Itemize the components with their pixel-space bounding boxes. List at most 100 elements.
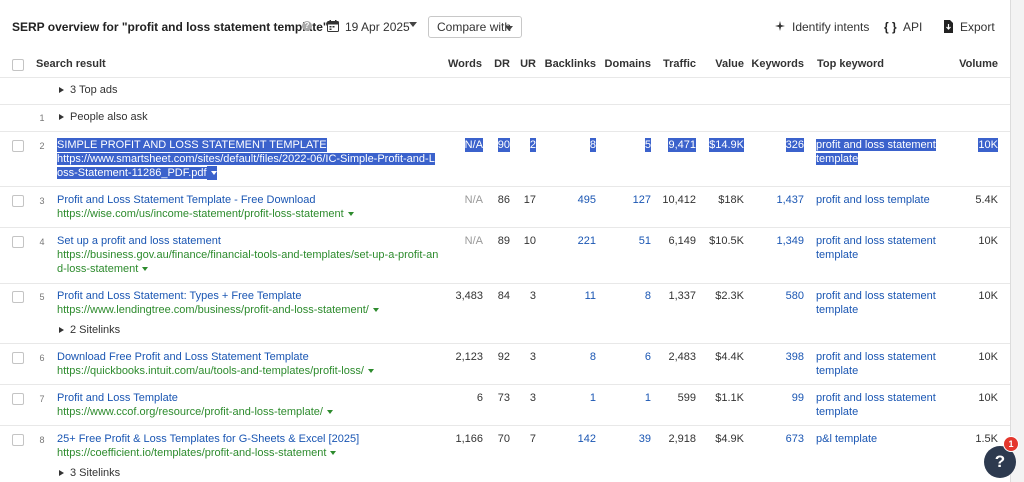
cell-keywords[interactable]: 1,437 xyxy=(776,193,804,207)
cell-domains[interactable]: 51 xyxy=(639,234,651,248)
export-button[interactable]: Export xyxy=(960,20,995,34)
cell-backlinks[interactable]: 8 xyxy=(590,350,596,364)
top-keyword-link[interactable]: profit and loss statement template xyxy=(816,391,946,419)
row-checkbox[interactable] xyxy=(12,236,24,248)
cell-domains[interactable]: 8 xyxy=(645,289,651,303)
row-number: 7 xyxy=(39,394,45,404)
col-search-result[interactable]: Search result xyxy=(36,58,106,70)
row-checkbox[interactable] xyxy=(12,352,24,364)
cell-domains[interactable]: 127 xyxy=(633,193,651,207)
top-keyword-link[interactable]: profit and loss statement template xyxy=(816,234,946,262)
result-url[interactable]: https://www.ccof.org/resource/profit-and… xyxy=(57,405,439,419)
result-title-link[interactable]: 25+ Free Profit & Loss Templates for G-S… xyxy=(57,432,359,446)
cell-ur: 17 xyxy=(523,194,536,206)
help-icon[interactable]: ? xyxy=(302,21,312,31)
serp-overview-panel: SERP overview for "profit and loss state… xyxy=(0,0,1011,482)
sitelinks-toggle[interactable]: 2 Sitelinks xyxy=(70,324,120,336)
result-title-link[interactable]: Profit and Loss Statement Template - Fre… xyxy=(57,193,315,207)
result-url-link[interactable]: https://quickbooks.intuit.com/au/tools-a… xyxy=(57,365,364,377)
date-selector[interactable]: 19 Apr 2025 xyxy=(345,20,410,34)
people-also-ask-toggle[interactable]: People also ask xyxy=(70,111,148,123)
cell-domains[interactable]: 6 xyxy=(645,350,651,364)
result-url[interactable]: https://business.gov.au/finance/financia… xyxy=(57,248,439,276)
chevron-down-icon[interactable] xyxy=(347,212,354,217)
chevron-down-icon[interactable] xyxy=(326,410,333,415)
cell-backlinks[interactable]: 11 xyxy=(585,289,596,303)
expand-triangle-icon[interactable] xyxy=(59,327,64,333)
cell-keywords[interactable]: 673 xyxy=(786,432,804,446)
result-url-link[interactable]: https://business.gov.au/finance/financia… xyxy=(57,249,438,275)
cell-domains[interactable]: 1 xyxy=(645,391,651,405)
result-url[interactable]: https://quickbooks.intuit.com/au/tools-a… xyxy=(57,364,439,378)
result-url-link[interactable]: https://www.smartsheet.com/sites/default… xyxy=(57,153,435,179)
cell-backlinks[interactable]: 495 xyxy=(578,193,596,207)
col-domains[interactable]: Domains xyxy=(600,58,651,70)
top-keyword-link[interactable]: profit and loss statement template xyxy=(816,139,936,165)
cell-domains[interactable]: 5 xyxy=(644,138,651,152)
row-checkbox[interactable] xyxy=(12,140,24,152)
result-url-link[interactable]: https://www.lendingtree.com/business/pro… xyxy=(57,304,369,316)
result-url-link[interactable]: https://wise.com/us/income-statement/pro… xyxy=(57,208,344,220)
result-title-link[interactable]: Download Free Profit and Loss Statement … xyxy=(57,350,309,364)
cell-keywords[interactable]: 1,349 xyxy=(776,234,804,248)
url-menu[interactable] xyxy=(206,166,217,180)
cell-keywords[interactable]: 326 xyxy=(785,138,804,152)
col-top-keyword[interactable]: Top keyword xyxy=(817,58,884,70)
col-traffic[interactable]: Traffic xyxy=(655,58,696,70)
col-ur[interactable]: UR xyxy=(516,58,536,70)
row-checkbox[interactable] xyxy=(12,434,24,446)
expand-triangle-icon[interactable] xyxy=(59,87,64,93)
chevron-down-icon[interactable] xyxy=(330,451,337,456)
api-button[interactable]: API xyxy=(903,20,922,34)
top-keyword-link[interactable]: profit and loss statement template xyxy=(816,289,946,317)
top-keyword-link[interactable]: profit and loss template xyxy=(816,193,966,207)
sparkle-icon[interactable] xyxy=(774,20,786,32)
cell-backlinks[interactable]: 142 xyxy=(578,432,596,446)
top-keyword-link[interactable]: profit and loss statement template xyxy=(816,350,946,378)
top-keyword-link[interactable]: p&l template xyxy=(816,432,946,446)
col-backlinks[interactable]: Backlinks xyxy=(543,58,596,70)
result-url[interactable]: https://www.lendingtree.com/business/pro… xyxy=(57,303,439,317)
col-words[interactable]: Words xyxy=(440,58,482,70)
top-ads-toggle[interactable]: 3 Top ads xyxy=(70,84,118,96)
result-title-link[interactable]: Profit and Loss Statement: Types + Free … xyxy=(57,289,301,303)
result-url[interactable]: https://wise.com/us/income-statement/pro… xyxy=(57,207,439,221)
cell-keywords[interactable]: 398 xyxy=(786,350,804,364)
cell-backlinks[interactable]: 8 xyxy=(589,138,596,152)
col-volume[interactable]: Volume xyxy=(959,58,998,70)
result-title-link[interactable]: Set up a profit and loss statement xyxy=(57,234,221,248)
result-url-link[interactable]: https://www.ccof.org/resource/profit-and… xyxy=(57,406,323,418)
col-keywords[interactable]: Keywords xyxy=(748,58,804,70)
col-value[interactable]: Value xyxy=(700,58,744,70)
cell-backlinks[interactable]: 221 xyxy=(578,234,596,248)
chevron-down-icon[interactable] xyxy=(372,308,379,313)
result-title-link[interactable]: Profit and Loss Template xyxy=(57,391,178,405)
row-checkbox[interactable] xyxy=(12,393,24,405)
result-url-link[interactable]: https://coefficient.io/templates/profit-… xyxy=(57,447,326,459)
identify-intents-button[interactable]: Identify intents xyxy=(792,20,869,34)
row-checkbox[interactable] xyxy=(12,291,24,303)
result-title-link[interactable]: SIMPLE PROFIT AND LOSS STATEMENT TEMPLAT… xyxy=(57,138,327,152)
chevron-down-icon[interactable] xyxy=(409,22,417,27)
col-dr[interactable]: DR xyxy=(490,58,510,70)
export-icon[interactable] xyxy=(943,20,954,33)
cell-domains[interactable]: 39 xyxy=(639,432,651,446)
expand-triangle-icon[interactable] xyxy=(59,470,64,476)
chevron-down-icon[interactable] xyxy=(142,267,149,272)
cell-ur: 3 xyxy=(529,290,536,302)
row-checkbox[interactable] xyxy=(12,195,24,207)
sitelinks-toggle[interactable]: 3 Sitelinks xyxy=(70,467,120,479)
cell-keywords[interactable]: 99 xyxy=(792,391,804,405)
chevron-down-icon[interactable] xyxy=(210,171,217,176)
calendar-icon[interactable] xyxy=(327,20,339,32)
chevron-down-icon[interactable] xyxy=(367,369,374,374)
expand-triangle-icon[interactable] xyxy=(59,114,64,120)
compare-with-button[interactable]: Compare with xyxy=(428,16,522,38)
cell-keywords[interactable]: 580 xyxy=(786,289,804,303)
cell-top-keyword[interactable]: profit and loss statement template xyxy=(816,138,946,166)
result-url[interactable]: https://www.smartsheet.com/sites/default… xyxy=(57,152,439,180)
select-all-checkbox[interactable] xyxy=(12,59,24,71)
cell-backlinks[interactable]: 1 xyxy=(590,391,596,405)
result-url[interactable]: https://coefficient.io/templates/profit-… xyxy=(57,446,439,460)
code-braces-icon[interactable]: { } xyxy=(884,20,897,34)
